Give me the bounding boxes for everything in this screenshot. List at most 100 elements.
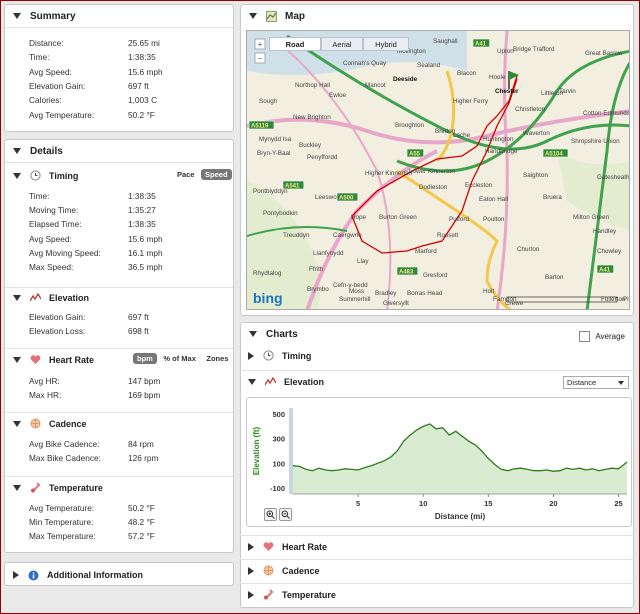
map-place-label: Burton Green <box>379 214 417 221</box>
temperature-chart-header[interactable]: Temperature <box>240 589 634 600</box>
map-type-road[interactable]: Road <box>269 37 321 51</box>
y-tick-label: 100 <box>272 459 285 468</box>
heart-rate-section-header[interactable]: Heart Rate bpm % of Max Zones <box>5 353 233 365</box>
stat-label: Elevation Loss: <box>29 326 86 337</box>
route-map[interactable]: + − Saughall Mollington Upton Bridge Traffo… <box>246 30 630 310</box>
bing-logo: bing <box>253 290 283 306</box>
cadence-chart-title: Cadence <box>282 565 320 576</box>
expand-triangle-icon[interactable] <box>248 351 254 360</box>
heart-rate-chart-header[interactable]: Heart Rate <box>240 541 634 552</box>
x-axis-select[interactable]: Distance <box>563 376 629 389</box>
average-toggle[interactable]: Average <box>579 331 625 342</box>
road-label: A41 <box>475 42 487 48</box>
stat-label: Moving Time: <box>29 205 79 216</box>
map-place-label: Chester <box>495 88 519 95</box>
map-canvas[interactable]: + − SaughallMollington Upton Bridge Traffo… <box>247 31 630 310</box>
svg-text:+: + <box>258 40 263 49</box>
svg-text:−: − <box>258 54 263 63</box>
elevation-section-header[interactable]: Elevation <box>5 292 233 303</box>
map-type-hybrid[interactable]: Hybrid <box>363 37 409 51</box>
map-place-label: Barton <box>545 274 564 281</box>
stat-label: Avg Speed: <box>29 66 72 77</box>
collapse-triangle-icon[interactable] <box>13 420 21 427</box>
stat-label: Avg Moving Speed: <box>29 247 101 258</box>
collapse-triangle-icon[interactable] <box>13 484 21 491</box>
stat-row: Avg Speed: 15.6 mph <box>29 234 229 246</box>
x-tick-label: 15 <box>484 499 492 508</box>
additional-info-header[interactable]: Additional Information <box>5 563 233 585</box>
summary-header[interactable]: Summary <box>5 5 233 27</box>
map-place-label: Saighton <box>523 172 548 179</box>
temperature-section-header[interactable]: Temperature <box>5 482 233 493</box>
stat-label: Max Temperature: <box>29 531 96 542</box>
thermometer-icon <box>263 589 274 600</box>
stat-label: Distance: <box>29 38 64 48</box>
expand-triangle-icon[interactable] <box>248 542 254 551</box>
road-shield: A541 <box>282 180 305 190</box>
details-header[interactable]: Details <box>5 140 233 162</box>
map-place-label: Northop Hall <box>295 82 330 89</box>
road-label: A500 <box>339 196 354 202</box>
collapse-triangle-icon[interactable] <box>249 331 257 337</box>
stat-value: 50.2 °F <box>128 109 155 120</box>
collapse-triangle-icon[interactable] <box>13 148 21 154</box>
cadence-chart-header[interactable]: Cadence <box>240 565 634 576</box>
collapse-triangle-icon[interactable] <box>13 356 21 363</box>
stat-row: Max Temperature: 57.2 °F <box>29 531 229 543</box>
percent-max-toggle[interactable]: % of Max <box>159 353 200 364</box>
stat-label: Max HR: <box>29 390 62 401</box>
expand-triangle-icon[interactable] <box>248 566 254 575</box>
collapse-triangle-icon[interactable] <box>13 13 21 19</box>
elevation-icon <box>29 292 42 303</box>
collapse-triangle-icon[interactable] <box>13 172 21 179</box>
map-place-label: Treuddyn <box>283 232 310 239</box>
zoom-in-button[interactable] <box>264 508 277 521</box>
zoom-out-button[interactable] <box>279 508 292 521</box>
expand-triangle-icon[interactable] <box>248 590 254 599</box>
road-shield: A41 <box>596 264 614 274</box>
speed-toggle[interactable]: Speed <box>201 169 232 180</box>
map-place-label: Ffrith <box>309 266 324 273</box>
stat-label: Elapsed Time: <box>29 219 82 230</box>
zones-toggle[interactable]: Zones <box>202 353 232 364</box>
stat-row: Time: 1:38:35 <box>29 52 229 64</box>
stat-label: Avg Temperature: <box>29 503 95 513</box>
collapse-triangle-icon[interactable] <box>249 13 257 19</box>
average-checkbox[interactable] <box>579 331 591 342</box>
map-title: Map <box>285 10 305 22</box>
stat-row: Max Speed: 36.5 mph <box>29 262 229 274</box>
map-place-label: Summerhill <box>339 296 371 303</box>
map-place-label: Tarvin <box>559 88 576 95</box>
road-shield: A500 <box>336 192 359 202</box>
map-place-label: Sough <box>259 98 278 105</box>
cadence-section-header[interactable]: Cadence <box>5 418 233 429</box>
additional-info-panel[interactable]: Additional Information <box>4 562 234 586</box>
map-place-label: Holt <box>483 288 494 295</box>
temperature-title: Temperature <box>49 482 103 493</box>
timing-section-header[interactable]: Timing Pace Speed <box>5 169 233 181</box>
elevation-chart[interactable]: -100 100 300 500 5 10 15 20 25 Distance (mi) Eleva… <box>247 398 633 528</box>
map-header[interactable]: Map <box>241 5 633 27</box>
map-place-label: Marford <box>415 248 437 255</box>
elevation-title: Elevation <box>49 292 90 303</box>
collapse-triangle-icon[interactable] <box>13 294 21 301</box>
stat-row: Distance: 25.65 mi <box>29 38 229 50</box>
stat-row: Avg Temperature: 50.2 °F <box>29 503 229 515</box>
map-place-label: Gresford <box>423 272 448 279</box>
timing-chart-header[interactable]: Timing <box>240 350 634 361</box>
bpm-toggle[interactable]: bpm <box>133 353 157 364</box>
expand-triangle-icon[interactable] <box>13 571 19 579</box>
stat-row: Avg HR: 147 bpm <box>29 376 229 388</box>
road-shield: A5104 <box>542 148 569 158</box>
map-place-label: Penyffordd <box>307 154 338 161</box>
collapse-triangle-icon[interactable] <box>248 378 256 385</box>
map-place-label: Cotton Edmunds <box>583 110 630 117</box>
stat-row: Elevation Gain: 697 ft <box>29 312 229 324</box>
stat-row: Avg Speed: 15.6 mph <box>29 67 229 79</box>
stat-row: Time: 1:38:35 <box>29 191 229 203</box>
map-type-aerial[interactable]: Aerial <box>321 37 363 51</box>
pace-toggle[interactable]: Pace <box>173 169 199 180</box>
additional-info-title: Additional Information <box>47 570 143 580</box>
stat-row: Avg Bike Cadence: 84 rpm <box>29 439 229 451</box>
charts-header[interactable]: Charts Average <box>241 323 633 345</box>
